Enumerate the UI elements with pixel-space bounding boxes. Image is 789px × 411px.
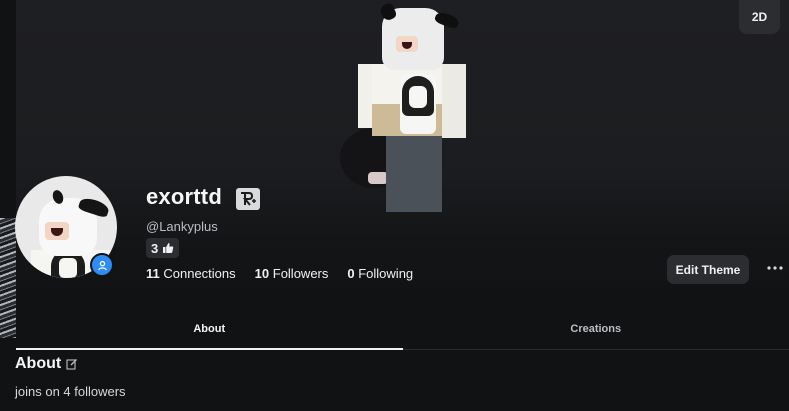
- tab-about[interactable]: About: [16, 308, 403, 350]
- about-heading: About: [15, 355, 62, 372]
- online-presence-indicator: [90, 253, 114, 277]
- more-options-button[interactable]: [764, 258, 786, 278]
- more-horizontal-icon: [767, 266, 783, 270]
- display-name: exorttd: [146, 184, 222, 209]
- stat-followers[interactable]: 10 Followers: [255, 266, 329, 281]
- tab-creations[interactable]: Creations: [403, 308, 789, 349]
- likes-badge[interactable]: 3: [146, 238, 180, 258]
- edit-icon[interactable]: [66, 358, 78, 370]
- stat-connections[interactable]: 11 Connections: [146, 266, 236, 281]
- user-icon: [97, 260, 107, 270]
- avatar-3d-figure: [340, 0, 470, 215]
- verified-badge-icon: [236, 188, 260, 210]
- background-edge: [0, 0, 16, 411]
- thumbs-up-icon: [163, 243, 174, 253]
- profile-tabs: About Creations: [16, 308, 789, 350]
- about-description: joins on 4 followers: [15, 384, 126, 399]
- view-2d-toggle-button[interactable]: 2D: [739, 0, 780, 34]
- stat-following[interactable]: 0 Following: [347, 266, 413, 281]
- profile-page: 2D exorttd @Lankyplus 3 11 Connections 1…: [0, 0, 789, 411]
- profile-stats: 11 Connections 10 Followers 0 Following: [146, 266, 413, 281]
- about-section-title: About: [15, 355, 78, 373]
- edit-theme-button[interactable]: Edit Theme: [667, 255, 749, 284]
- likes-count: 3: [151, 240, 159, 256]
- username: @Lankyplus: [146, 219, 218, 234]
